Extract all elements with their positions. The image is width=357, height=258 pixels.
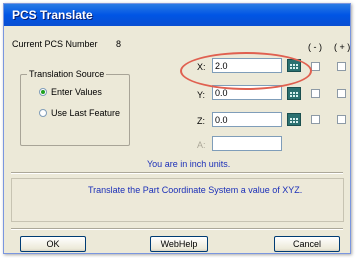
y-label: Y:: [197, 90, 206, 100]
a-label: A:: [197, 140, 206, 150]
pcs-number-label: Current PCS Number: [12, 39, 98, 49]
ok-button[interactable]: OK: [20, 236, 86, 252]
x-plus-checkbox[interactable]: [337, 62, 346, 71]
y-calculator-icon[interactable]: [287, 87, 301, 100]
z-calculator-icon[interactable]: [287, 113, 301, 126]
translation-source-title: Translation Source: [27, 69, 107, 79]
x-value-input[interactable]: [212, 58, 282, 73]
plus-column-header: ( + ): [334, 42, 351, 52]
y-minus-checkbox[interactable]: [311, 89, 320, 98]
x-calculator-icon[interactable]: [287, 59, 301, 72]
separator-line: [11, 172, 343, 174]
separator-line-bottom: [11, 228, 343, 230]
y-plus-checkbox[interactable]: [337, 89, 346, 98]
pcs-translate-dialog: PCS Translate Current PCS Number 8 ( - )…: [3, 3, 351, 254]
units-info-text: You are in inch units.: [147, 159, 231, 169]
x-minus-checkbox[interactable]: [311, 62, 320, 71]
y-value-input[interactable]: [212, 85, 282, 100]
message-panel: Translate the Part Coordinate System a v…: [11, 178, 344, 222]
enter-values-radio[interactable]: [39, 88, 47, 96]
enter-values-label[interactable]: Enter Values: [51, 87, 102, 97]
z-plus-checkbox[interactable]: [337, 115, 346, 124]
use-last-feature-radio[interactable]: [39, 109, 47, 117]
minus-column-header: ( - ): [308, 42, 322, 52]
translation-source-group: Translation Source Enter Values Use Last…: [20, 69, 130, 146]
pcs-number-value: 8: [116, 39, 122, 49]
cancel-button[interactable]: Cancel: [274, 236, 340, 252]
z-label: Z:: [197, 116, 205, 126]
z-value-input[interactable]: [212, 112, 282, 127]
message-text: Translate the Part Coordinate System a v…: [88, 185, 303, 195]
z-minus-checkbox[interactable]: [311, 115, 320, 124]
use-last-feature-label[interactable]: Use Last Feature: [51, 108, 120, 118]
a-value-input[interactable]: [212, 136, 282, 151]
webhelp-button[interactable]: WebHelp: [150, 236, 208, 252]
title-bar[interactable]: PCS Translate: [4, 4, 350, 26]
window-title: PCS Translate: [12, 8, 93, 22]
x-label: X:: [197, 62, 206, 72]
